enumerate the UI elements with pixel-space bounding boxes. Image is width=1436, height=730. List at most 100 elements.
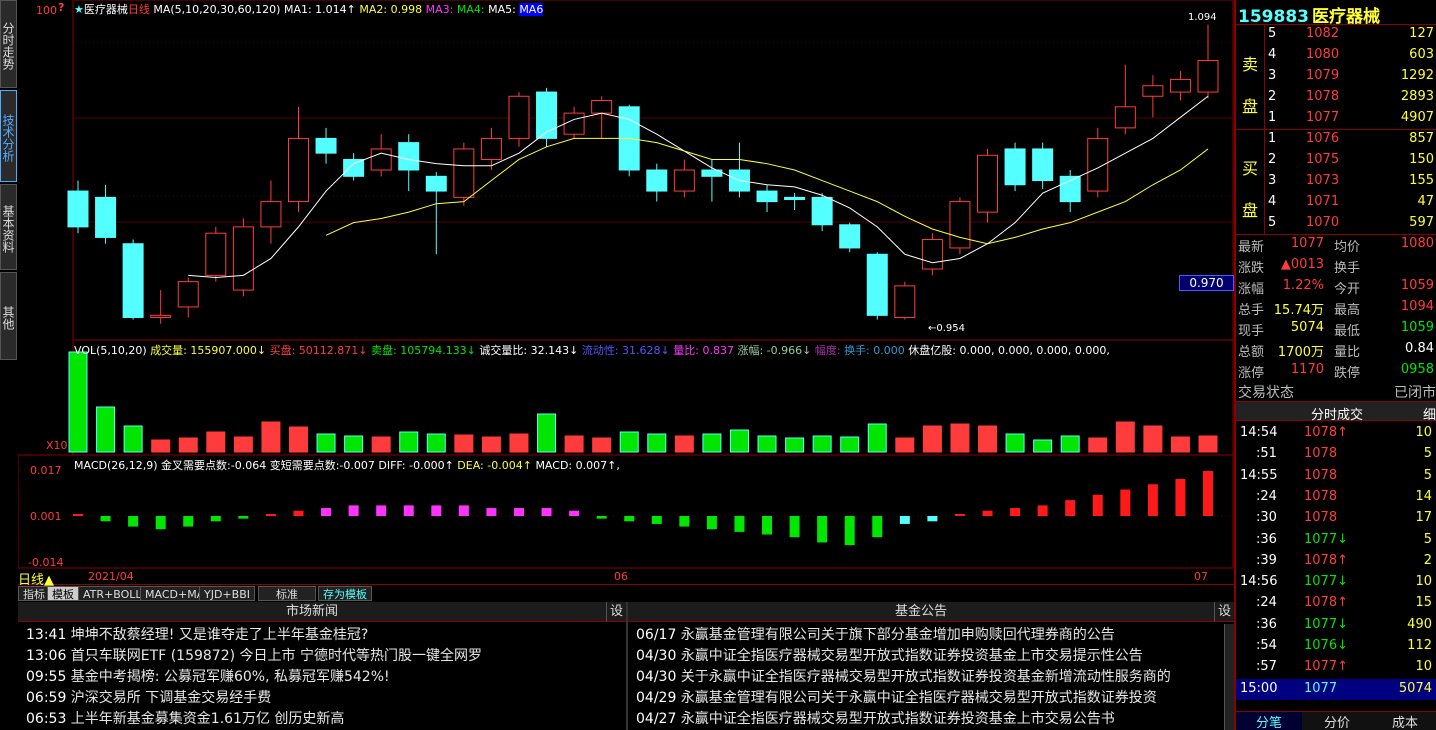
tick-row[interactable]: 14:56 1077↓ 10: [1236, 572, 1436, 593]
tick-time: :30: [1256, 510, 1277, 526]
tick-row[interactable]: 14:54 1078↑ 10: [1236, 423, 1436, 444]
macd-bar: [927, 516, 938, 522]
news-time: 04/30: [636, 669, 681, 685]
tick-row[interactable]: :36 1077↓ 5: [1236, 530, 1436, 551]
macd-bar: [1147, 484, 1158, 516]
news-item[interactable]: 04/27 永赢中证全指医疗器械交易型开放式指数证券投资基金上市交易公告书: [636, 708, 1224, 728]
volume-bar: [1170, 436, 1190, 453]
news-item[interactable]: 04/30 永赢中证全指医疗器械交易型开放式指数证券投资基金上市交易提示性公告: [636, 645, 1224, 665]
sell-order-row[interactable]: 3 1079 1292: [1264, 66, 1436, 87]
candle-up: [287, 137, 309, 203]
tick-row[interactable]: 14:55 1078 5: [1236, 466, 1436, 487]
news-item[interactable]: 13:41 坤坤不敌蔡经理! 又是谁夺走了上半年基金桂冠?: [26, 624, 368, 644]
sell-order-row[interactable]: 2 1078 2893: [1264, 87, 1436, 108]
order-level: 4: [1268, 47, 1277, 62]
macd-bar: [100, 516, 111, 522]
macd-bar: [872, 516, 883, 538]
buy-order-row[interactable]: 2 1075 150: [1264, 150, 1436, 171]
candle-down: [756, 190, 778, 203]
tab-yjd-bbi[interactable]: YJD+BBI: [199, 586, 255, 601]
macd-bar: [458, 505, 469, 516]
stat-value: 0958: [1400, 362, 1434, 377]
tab-intraday[interactable]: 分时走势: [0, 0, 17, 88]
stat-row: 涨幅 1.22% 今开 1059: [1236, 276, 1436, 297]
buy-order-row[interactable]: 3 1073 155: [1264, 171, 1436, 192]
tick-row[interactable]: :24 1078↑ 15: [1236, 593, 1436, 614]
macd-bar: [899, 516, 910, 524]
order-level: 1: [1268, 131, 1277, 146]
volume-bar: [96, 406, 116, 453]
fund-notice-header: 基金公告: [628, 602, 1214, 622]
macd-bar: [321, 508, 332, 516]
notice-scrollbar[interactable]: [1224, 624, 1234, 730]
stat-value: 5074: [1290, 320, 1324, 335]
tick-row[interactable]: :39 1078↑ 2: [1236, 551, 1436, 572]
news-item[interactable]: 06:53 上半年新基金募集资金1.61万亿 创历史新高: [26, 708, 344, 728]
tab-other[interactable]: 其他: [0, 272, 17, 360]
tick-row[interactable]: :36 1077↓ 490: [1236, 615, 1436, 636]
tick-time: 14:56: [1240, 574, 1278, 590]
news-title: 永赢中证全指医疗器械交易型开放式指数证券投资基金上市交易公告书: [680, 711, 1115, 727]
sell-order-row[interactable]: 5 1082 127: [1264, 24, 1436, 45]
candle-up: [205, 232, 227, 276]
tab-template[interactable]: 模板: [47, 586, 79, 601]
sell-orders: 5 1082 127 4 1080 603 3 1079 1292 2 1078 2893 1 1077 4…: [1264, 24, 1436, 129]
news-item[interactable]: 06/17 永赢基金管理有限公司关于旗下部分基金增加申购赎回代理券商的公告: [636, 624, 1224, 644]
tab-standard[interactable]: 标准: [258, 586, 316, 601]
stat-value: 1059: [1400, 320, 1434, 335]
candle-up: [977, 154, 999, 213]
sell-order-row[interactable]: 4 1080 603: [1264, 45, 1436, 66]
macd-bar: [73, 514, 83, 516]
news-item[interactable]: 06:59 沪深交易所 下调基金交易经手费: [26, 687, 271, 707]
tab-price-volume[interactable]: 分价: [1304, 712, 1370, 730]
tab-atr-boll[interactable]: ATR+BOLL: [78, 586, 147, 601]
news-item[interactable]: 04/29 永赢基金管理有限公司关于永赢中证全指医疗器械交易型开放式指数证券投资: [636, 687, 1224, 707]
stat-label: 跌停: [1334, 366, 1361, 381]
help-icon[interactable]: ?: [58, 1, 64, 14]
stat-label: 涨停: [1238, 366, 1265, 381]
volume-bar: [978, 425, 998, 453]
tab-ticks[interactable]: 分笔: [1236, 712, 1302, 730]
news-item[interactable]: 13:06 首只车联网ETF (159872) 今日上市 宁德时代等热门股一键全…: [26, 645, 482, 665]
news-item[interactable]: 04/30 关于永赢中证全指医疗器械交易型开放式指数证券投资基金新增流动性服务商…: [636, 666, 1224, 686]
notice-settings-button[interactable]: 设: [1214, 602, 1234, 622]
tick-row[interactable]: 15:00 1077 5074: [1236, 678, 1436, 700]
macd-bar: [1010, 508, 1021, 516]
stat-label: 最低: [1334, 324, 1361, 339]
tick-row[interactable]: :54 1076↓ 112: [1236, 636, 1436, 657]
candle-up: [563, 112, 585, 135]
tick-row[interactable]: :30 1078 17: [1236, 508, 1436, 529]
tick-volume: 2: [1423, 552, 1432, 568]
order-volume: 47: [1417, 194, 1434, 209]
candle-down: [122, 243, 144, 318]
tab-cost[interactable]: 成本: [1372, 712, 1436, 730]
macd-bar: [1037, 505, 1048, 516]
stat-label: 均价: [1334, 240, 1361, 255]
buy-order-row[interactable]: 5 1070 597: [1264, 213, 1436, 234]
macd-header: MACD(26,12,9) 金叉需要点数:-0.064 变短需要点数:-0.00…: [74, 459, 620, 472]
news-time: 06/17: [636, 627, 681, 643]
sell-order-row[interactable]: 1 1077 4907: [1264, 108, 1436, 129]
stat-label: 现手: [1238, 324, 1265, 339]
news-settings-button[interactable]: 设: [606, 602, 626, 622]
candle-down: [866, 253, 888, 316]
macd-bar: [651, 516, 662, 524]
tab-indicator[interactable]: 指标: [18, 586, 50, 601]
tick-row[interactable]: :51 1078 5: [1236, 444, 1436, 465]
save-template-button[interactable]: 存为模板: [318, 586, 372, 601]
buy-orders: 1 1076 857 2 1075 150 3 1073 155 4 1071 47 5 1070 597: [1264, 129, 1436, 234]
order-level: 3: [1268, 68, 1277, 83]
top-price-label: 100: [36, 4, 57, 17]
tick-row[interactable]: :57 1077↑ 10: [1236, 657, 1436, 678]
buy-order-row[interactable]: 1 1076 857: [1264, 129, 1436, 150]
quote-panel: 159883 医疗器械 卖盘 5 1082 127 4 1080 603 3 1079 1292 2…: [1234, 0, 1436, 730]
chart-canvas[interactable]: 1.094 ←0.954: [18, 0, 1234, 586]
tick-row[interactable]: :24 1078 14: [1236, 487, 1436, 508]
tab-technical-analysis[interactable]: 技术分析: [0, 90, 17, 182]
stat-label: 总额: [1238, 345, 1265, 360]
tick-volume: 10: [1415, 574, 1432, 590]
news-item[interactable]: 09:55 基金中考揭榜: 公募冠军赚60%, 私募冠军赚542%!: [26, 666, 390, 686]
buy-order-row[interactable]: 4 1071 47: [1264, 192, 1436, 213]
trade-status: 交易状态 已闭市: [1238, 385, 1436, 401]
tab-basic-info[interactable]: 基本资料: [0, 184, 17, 270]
